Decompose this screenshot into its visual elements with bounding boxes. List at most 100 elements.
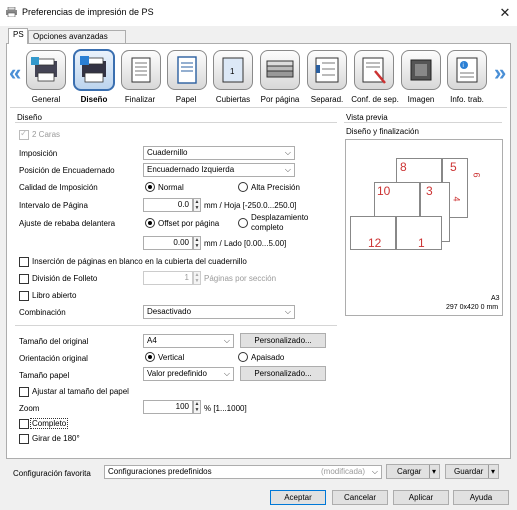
preview-page-number: 3 [426,184,433,198]
finish-icon [131,57,151,83]
brochure-spinner[interactable]: ▲ ▼ [193,271,201,285]
orientation-label: Orientación original [19,354,88,363]
binding-label: Posición de Encuadernado [19,166,115,175]
chevron-down-icon: ⌵ [284,165,291,174]
tab-ps-label: PS [13,30,24,39]
cancel-button[interactable]: Cancelar [332,490,388,505]
nav-sep-settings-button[interactable] [354,50,394,90]
preview-area: 8 5 6 10 3 4 12 1 A3 297 0x420 0 mm [345,139,503,316]
brochure-division-label: División de Folleto [32,274,98,283]
scroll-right-icon[interactable]: » [494,60,506,86]
imposition-value: Cuadernillo [147,148,188,157]
load-button[interactable]: Cargar ▾ [386,464,440,479]
binding-select[interactable]: Encuadernado Izquierda ⌵ [143,163,295,177]
load-label: Cargar [397,467,422,476]
layout-group-title: Diseño [17,113,42,122]
preview-line [344,122,502,123]
orient-vertical-label: Vertical [158,353,185,362]
brochure-unit: Páginas por sección [204,274,277,283]
tab-ps[interactable]: PS [8,28,28,44]
nav-paper-button[interactable] [167,50,207,90]
orig-custom-button[interactable]: Personalizado... [240,333,326,348]
orig-size-value: A4 [147,336,157,345]
orig-size-label: Tamaño del original [19,337,89,346]
trim-full-radio[interactable] [238,218,248,228]
nav-finish-button[interactable] [121,50,161,90]
zoom-spinner[interactable]: ▲ ▼ [193,400,201,414]
help-button[interactable]: Ayuda [453,490,509,505]
divider [15,325,337,326]
imposition-select[interactable]: Cuadernillo ⌵ [143,146,295,160]
rotate-checkbox[interactable] [19,434,29,444]
nav-layout-button[interactable] [73,49,115,91]
blank-pages-checkbox[interactable] [19,257,29,267]
favorites-select[interactable]: Configuraciones predefinidos (modificada… [104,465,382,479]
scroll-left-icon[interactable]: « [9,60,21,86]
nav-separators-button[interactable] [307,50,347,90]
trim-offset-radio[interactable] [145,218,155,228]
nav-job-info-button[interactable]: i [447,50,487,90]
complete-checkbox[interactable] [19,419,29,429]
paper-size-value: Valor predefinido [147,369,207,378]
group-line [15,122,337,123]
preview-subtitle: Diseño y finalización [346,127,419,136]
ok-button[interactable]: Aceptar [270,490,326,505]
quality-high-label: Alta Precisión [251,183,300,192]
trim-full-label: Desplazamiento completo [251,213,309,232]
trim-unit: mm / Lado [0.00...5.00] [204,239,287,248]
image-icon [410,59,432,81]
trim-spinner[interactable]: ▲ ▼ [193,236,201,250]
trim-input[interactable]: 0.00 [143,236,193,250]
fit-paper-label: Ajustar al tamaño del papel [32,387,129,396]
tab-advanced-options[interactable]: Opciones avanzadas [28,30,126,44]
quality-normal-radio[interactable] [145,182,155,192]
binding-value: Encuadernado Izquierda [147,165,235,174]
preview-page-number: 12 [368,236,382,250]
interval-spinner[interactable]: ▲ ▼ [193,198,201,212]
brochure-division-checkbox[interactable] [19,274,29,284]
orig-size-select[interactable]: A4 ⌵ [143,334,234,348]
sep-settings-icon [362,57,386,84]
interval-input[interactable]: 0.0 [143,198,193,212]
chevron-down-icon[interactable]: ▾ [428,465,436,478]
open-book-label: Libro abierto [32,291,77,300]
zoom-unit: % [1...1000] [204,404,247,413]
close-icon[interactable]: ✕ [496,4,514,21]
two-sides-checkbox[interactable]: ✓ [19,128,29,140]
nav-label-paper: Papel [175,95,197,104]
save-label: Guardar [454,467,484,476]
title-bar: Preferencias de impresión de PS ✕ [0,0,517,26]
combination-select[interactable]: Desactivado ⌵ [143,305,295,319]
nav-covers-button[interactable]: 1 [213,50,253,90]
nav-general-button[interactable] [26,50,66,90]
chevron-down-icon: ⌵ [284,307,291,316]
chevron-down-icon: ⌵ [284,148,291,157]
orient-horizontal-radio[interactable] [238,352,248,362]
preview-page-number: 8 [400,160,407,174]
nav-label-separators: Separad. [310,95,344,104]
paper-custom-button[interactable]: Personalizado... [240,366,326,381]
quality-label: Calidad de Imposición [19,183,98,192]
preview-page-number: 10 [377,184,391,198]
quality-high-radio[interactable] [238,182,248,192]
nav-per-page-button[interactable] [260,50,300,90]
separators-icon [315,57,339,83]
open-book-checkbox[interactable] [19,291,29,301]
combination-value: Desactivado [147,307,192,316]
nav-image-button[interactable] [401,50,441,90]
window-title: Preferencias de impresión de PS [22,7,154,17]
paper-icon [177,56,197,84]
chevron-down-icon[interactable]: ▾ [487,465,495,478]
fit-paper-checkbox[interactable] [19,387,29,397]
blank-pages-label: Inserción de páginas en blanco en la cub… [32,257,247,266]
apply-button[interactable]: Aplicar [393,490,449,505]
orient-vertical-radio[interactable] [145,352,155,362]
brochure-input[interactable]: 1 [143,271,193,285]
favorites-value: Configuraciones predefinidos [108,467,212,476]
zoom-input[interactable]: 100 [143,400,193,414]
save-button[interactable]: Guardar ▾ [445,464,499,479]
quality-normal-label: Normal [158,183,184,192]
trim-label: Ajuste de rebaba delantera [19,219,116,228]
per-page-icon [266,60,294,78]
paper-size-select[interactable]: Valor predefinido ⌵ [143,367,234,381]
